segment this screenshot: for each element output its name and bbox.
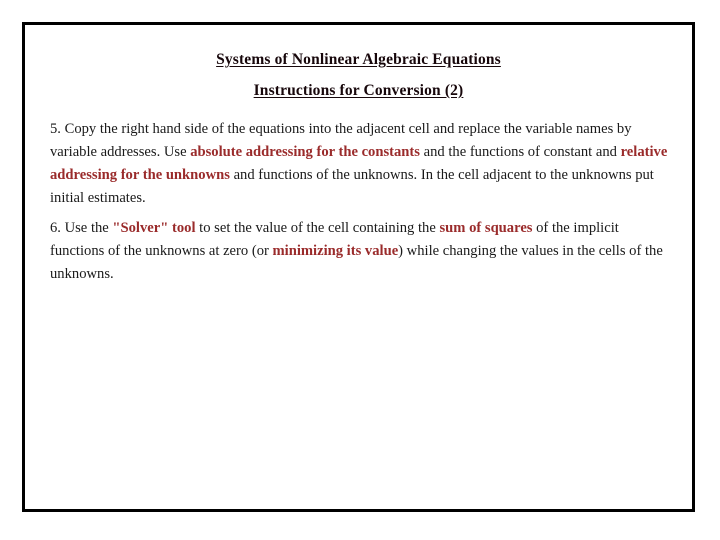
para6-text-part-1: 6. Use the xyxy=(50,220,113,236)
slide-canvas: Systems of Nonlinear Algebraic Equations… xyxy=(0,0,720,540)
para6-highlight-minimizing-its-value: minimizing its value xyxy=(272,243,399,259)
para5-text-part-2: and the functions of constant and xyxy=(419,144,621,160)
slide-border-frame: Systems of Nonlinear Algebraic Equations… xyxy=(22,22,695,512)
slide-title-primary: Systems of Nonlinear Algebraic Equations xyxy=(216,51,501,68)
para5-highlight-absolute-addressing: absolute addressing for the constants xyxy=(190,144,420,160)
slide-body-block: 5. Copy the right hand side of the equat… xyxy=(50,118,672,286)
instruction-paragraph-6: 6. Use the "Solver" tool to set the valu… xyxy=(50,217,672,286)
para6-text-part-2: to set the value of the cell containing … xyxy=(195,220,440,236)
instruction-paragraph-5: 5. Copy the right hand side of the equat… xyxy=(50,118,672,210)
para6-highlight-solver-tool: "Solver" tool xyxy=(112,220,196,236)
para6-highlight-sum-of-squares: sum of squares xyxy=(439,220,533,236)
slide-title-subtitle: Instructions for Conversion (2) xyxy=(253,82,464,99)
